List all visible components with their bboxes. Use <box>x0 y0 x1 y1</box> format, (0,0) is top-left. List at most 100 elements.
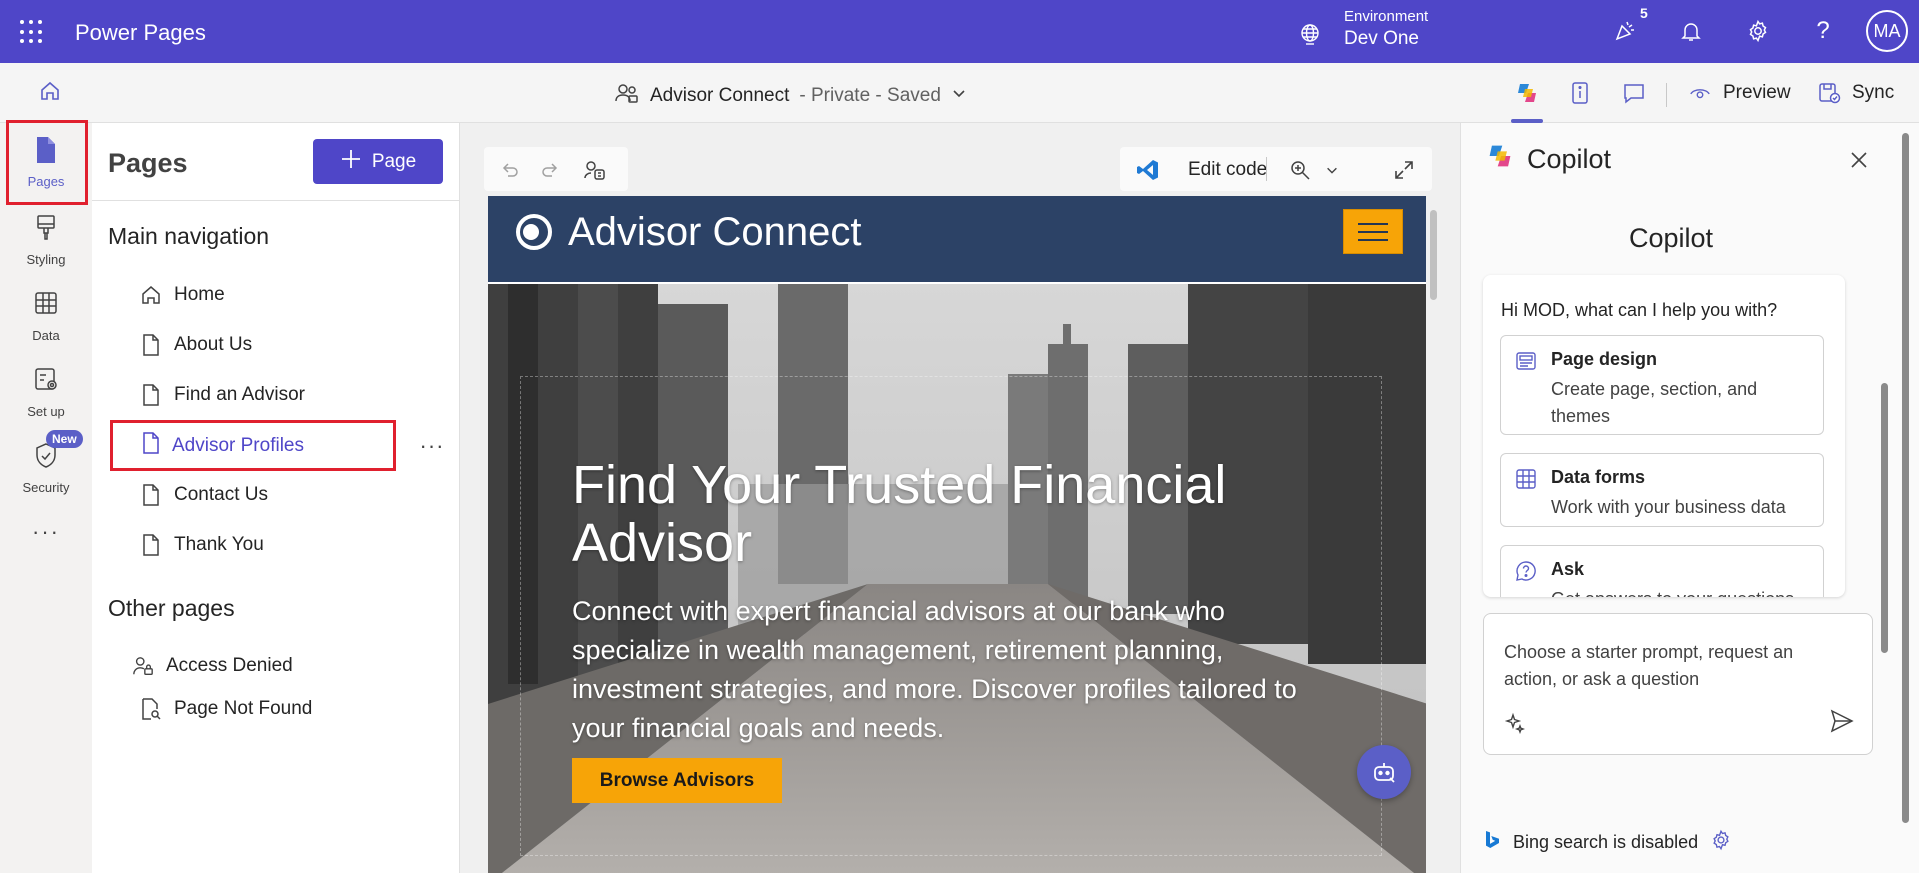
chevron-down-icon[interactable] <box>1320 159 1344 181</box>
copilot-panel-scrollbar[interactable] <box>1901 133 1911 833</box>
environment-icon <box>1298 22 1322 51</box>
site-name: Advisor Connect <box>650 85 790 106</box>
home-icon[interactable] <box>38 79 62 108</box>
page-more-options-button[interactable]: ··· <box>410 425 454 467</box>
panel-divider <box>92 200 459 201</box>
page-item-home[interactable]: Home <box>140 275 225 315</box>
app-title[interactable]: Power Pages <box>75 20 206 46</box>
edit-code-button[interactable]: Edit code <box>1188 159 1267 181</box>
gear-icon[interactable] <box>1710 829 1732 856</box>
rail-label: Set up <box>27 404 65 419</box>
other-pages-title: Other pages <box>108 595 235 621</box>
vscode-icon[interactable] <box>1136 159 1160 181</box>
hero-description[interactable]: Connect with expert financial advisors a… <box>572 592 1332 748</box>
copilot-suggestions-scrollbar[interactable] <box>1879 263 1889 823</box>
info-panel-icon[interactable] <box>1565 79 1595 107</box>
page-item-find-an-advisor[interactable]: Find an Advisor <box>140 375 305 415</box>
left-rail: Pages Styling Data Set up Security ··· <box>0 123 92 873</box>
command-bar: Advisor Connect - Private - Saved Previe… <box>0 63 1919 123</box>
canvas-toolbar-left <box>484 147 628 191</box>
page-item-label: Contact Us <box>174 484 268 505</box>
notification-count: 5 <box>1640 5 1648 21</box>
site-header: Advisor Connect <box>488 196 1428 282</box>
sync-icon[interactable] <box>1814 79 1844 107</box>
copilot-icon[interactable] <box>1512 79 1542 107</box>
environment-value: Dev One <box>1344 28 1419 49</box>
copilot-greeting: Hi MOD, what can I help you with? <box>1501 300 1778 320</box>
plus-icon <box>340 148 362 176</box>
option-title: Page design <box>1551 349 1658 369</box>
browse-advisors-button[interactable]: Browse Advisors <box>572 758 782 803</box>
option-data-forms[interactable]: Data forms Work with your business data <box>1500 453 1824 527</box>
add-page-button[interactable]: Page <box>313 139 443 184</box>
option-title: Ask <box>1551 559 1585 579</box>
option-ask[interactable]: Ask Get answers to your questions <box>1500 545 1824 597</box>
copilot-title: Copilot <box>1628 223 1714 253</box>
app-launcher-icon[interactable] <box>20 20 44 44</box>
hero-title[interactable]: Find Your Trusted Financial Advisor <box>572 456 1332 572</box>
page-item-access-denied[interactable]: Access Denied <box>132 646 293 686</box>
option-page-design[interactable]: Page design Create page, section, and th… <box>1500 335 1824 435</box>
page-item-contact-us[interactable]: Contact Us <box>140 475 268 515</box>
zoom-icon[interactable] <box>1288 159 1312 181</box>
chatbot-icon[interactable] <box>1357 745 1411 799</box>
person-lock-icon <box>132 654 154 678</box>
expand-icon[interactable] <box>1392 159 1416 181</box>
help-icon[interactable]: ? <box>1808 16 1838 46</box>
comment-icon[interactable] <box>1619 79 1649 107</box>
site-name-heading[interactable]: Advisor Connect <box>568 210 861 255</box>
rail-item-security[interactable]: Security <box>0 441 92 495</box>
preview-button[interactable]: Preview <box>1723 82 1791 104</box>
rail-item-setup[interactable]: Set up <box>0 365 92 419</box>
undo-icon[interactable] <box>498 159 522 181</box>
close-icon[interactable] <box>1844 145 1874 175</box>
document-search-icon <box>140 697 162 721</box>
option-description: Get answers to your questions <box>1551 586 1811 597</box>
hamburger-menu-icon[interactable] <box>1343 209 1403 254</box>
site-selector[interactable]: Advisor Connect - Private - Saved <box>614 81 967 111</box>
copilot-panel: Copilot Copilot Hi MOD, what can I help … <box>1460 123 1919 873</box>
page-item-page-not-found[interactable]: Page Not Found <box>140 689 312 729</box>
avatar[interactable]: MA <box>1866 10 1908 52</box>
page-item-advisor-profiles[interactable]: Advisor Profiles <box>142 432 304 460</box>
page-item-label: Access Denied <box>166 655 293 676</box>
hero-section[interactable]: Find Your Trusted Financial Advisor Conn… <box>488 284 1428 873</box>
sparkle-icon[interactable] <box>1504 712 1526 739</box>
whats-new-icon[interactable] <box>1610 16 1640 46</box>
option-title: Data forms <box>1551 467 1646 487</box>
bing-status: Bing search is disabled <box>1483 829 1732 856</box>
rail-more-button[interactable]: ··· <box>0 519 92 545</box>
page-item-label: Thank You <box>174 534 264 555</box>
page-item-thank-you[interactable]: Thank You <box>140 525 264 565</box>
toolbar-divider <box>1266 157 1267 181</box>
gear-icon[interactable] <box>1743 16 1773 46</box>
canvas-scrollbar[interactable] <box>1426 196 1440 873</box>
site-map-icon[interactable] <box>582 159 606 181</box>
eye-icon[interactable] <box>1685 79 1715 107</box>
option-description: Work with your business data <box>1551 497 1786 517</box>
table-icon <box>33 289 59 322</box>
site-logo-icon <box>514 212 554 257</box>
copilot-prompt-input[interactable]: Choose a starter prompt, request an acti… <box>1483 613 1873 755</box>
site-people-icon <box>614 81 640 111</box>
setup-icon <box>33 365 59 398</box>
rail-label: Styling <box>26 252 66 267</box>
sync-button[interactable]: Sync <box>1852 82 1894 104</box>
copilot-input-placeholder: Choose a starter prompt, request an acti… <box>1504 642 1794 689</box>
send-icon[interactable] <box>1829 708 1855 739</box>
rail-pages-highlight <box>6 120 88 205</box>
page-item-label: About Us <box>174 334 253 355</box>
rail-item-styling[interactable]: Styling <box>0 213 92 267</box>
rail-item-data[interactable]: Data <box>0 289 92 343</box>
table-icon <box>1515 468 1537 490</box>
pages-panel: Pages Page Main navigation Home About Us… <box>92 123 460 873</box>
copilot-header: Copilot <box>1485 141 1611 178</box>
question-chat-icon <box>1515 560 1537 582</box>
page-item-about-us[interactable]: About Us <box>140 325 252 365</box>
bell-icon[interactable] <box>1676 16 1706 46</box>
redo-icon[interactable] <box>538 159 562 181</box>
paintbrush-icon <box>33 213 59 246</box>
top-bar: Power Pages Environment Dev One 5 ? MA <box>0 0 1919 63</box>
rail-label: Data <box>32 328 60 343</box>
canvas-toolbar-right: Edit code <box>1120 147 1432 191</box>
